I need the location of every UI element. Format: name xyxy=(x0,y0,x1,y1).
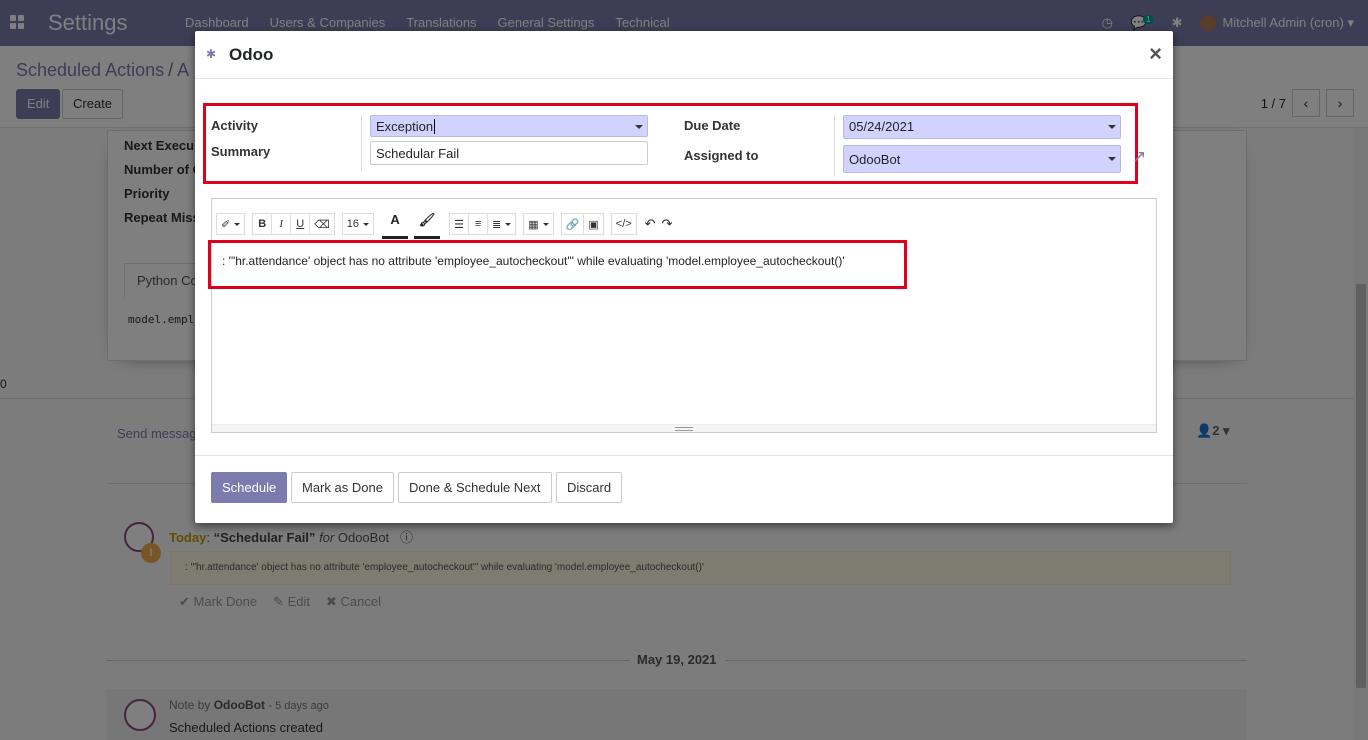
assigned-to-select[interactable]: OdooBot xyxy=(843,145,1121,173)
background-color-icon[interactable]: 🖌 xyxy=(414,209,441,239)
code-view-icon[interactable]: </> xyxy=(610,213,637,235)
link-icon[interactable]: 🔗 xyxy=(560,213,585,235)
redo-icon[interactable]: ↷ xyxy=(662,216,673,232)
bug-icon: ✱ xyxy=(206,47,217,61)
image-icon[interactable]: ▣ xyxy=(583,213,604,235)
due-date-label: Due Date xyxy=(684,118,741,133)
editor-resize-handle[interactable] xyxy=(212,424,1156,432)
external-link-icon[interactable]: ↗ xyxy=(1132,147,1146,167)
summary-label: Summary xyxy=(211,144,271,159)
discard-button[interactable]: Discard xyxy=(556,472,623,503)
column-divider xyxy=(361,115,362,171)
schedule-activity-dialog: ✱ Odoo × Activity Summary Exception Sche… xyxy=(195,31,1173,523)
ordered-list-icon[interactable]: ≡ xyxy=(468,213,489,235)
eraser-icon[interactable]: ⌫ xyxy=(309,213,335,235)
modal-footer: Schedule Mark as Done Done & Schedule Ne… xyxy=(195,455,1173,523)
due-date-input[interactable]: 05/24/2021 xyxy=(843,115,1121,139)
activity-label: Activity xyxy=(211,118,258,133)
caret-down-icon xyxy=(1108,125,1116,129)
underline-icon[interactable]: U xyxy=(290,213,311,235)
magic-wand-style-icon[interactable]: ✐ xyxy=(216,213,246,235)
paragraph-align-icon[interactable]: ≣ xyxy=(487,213,517,235)
mark-as-done-button[interactable]: Mark as Done xyxy=(291,472,394,503)
undo-icon[interactable]: ↶ xyxy=(645,216,656,232)
modal-header: ✱ Odoo × xyxy=(195,31,1173,79)
font-color-icon[interactable]: A xyxy=(382,209,409,239)
close-icon[interactable]: × xyxy=(1149,41,1162,67)
done-schedule-next-button[interactable]: Done & Schedule Next xyxy=(398,472,552,503)
caret-down-icon xyxy=(635,125,643,129)
modal-title: Odoo xyxy=(229,45,274,64)
note-editor: ✐ B I U ⌫ 16 A 🖌 ☰ ≡ ≣ ▦ 🔗 ▣ </> ↶ ↷: '… xyxy=(211,198,1157,433)
font-size-select[interactable]: 16 xyxy=(341,213,375,235)
schedule-button[interactable]: Schedule xyxy=(211,472,288,503)
caret-down-icon xyxy=(1108,157,1116,161)
summary-input[interactable]: Schedular Fail xyxy=(370,141,648,165)
highlight-box-error-text xyxy=(208,240,907,289)
assigned-to-label: Assigned to xyxy=(684,148,759,163)
editor-toolbar: ✐ B I U ⌫ 16 A 🖌 ☰ ≡ ≣ ▦ 🔗 ▣ </> ↶ ↷ xyxy=(216,209,680,239)
italic-icon[interactable]: I xyxy=(271,213,292,235)
activity-type-select[interactable]: Exception xyxy=(370,115,648,137)
bold-icon[interactable]: B xyxy=(252,213,273,235)
column-divider xyxy=(834,115,835,177)
table-icon[interactable]: ▦ xyxy=(523,213,554,235)
unordered-list-icon[interactable]: ☰ xyxy=(449,213,470,235)
